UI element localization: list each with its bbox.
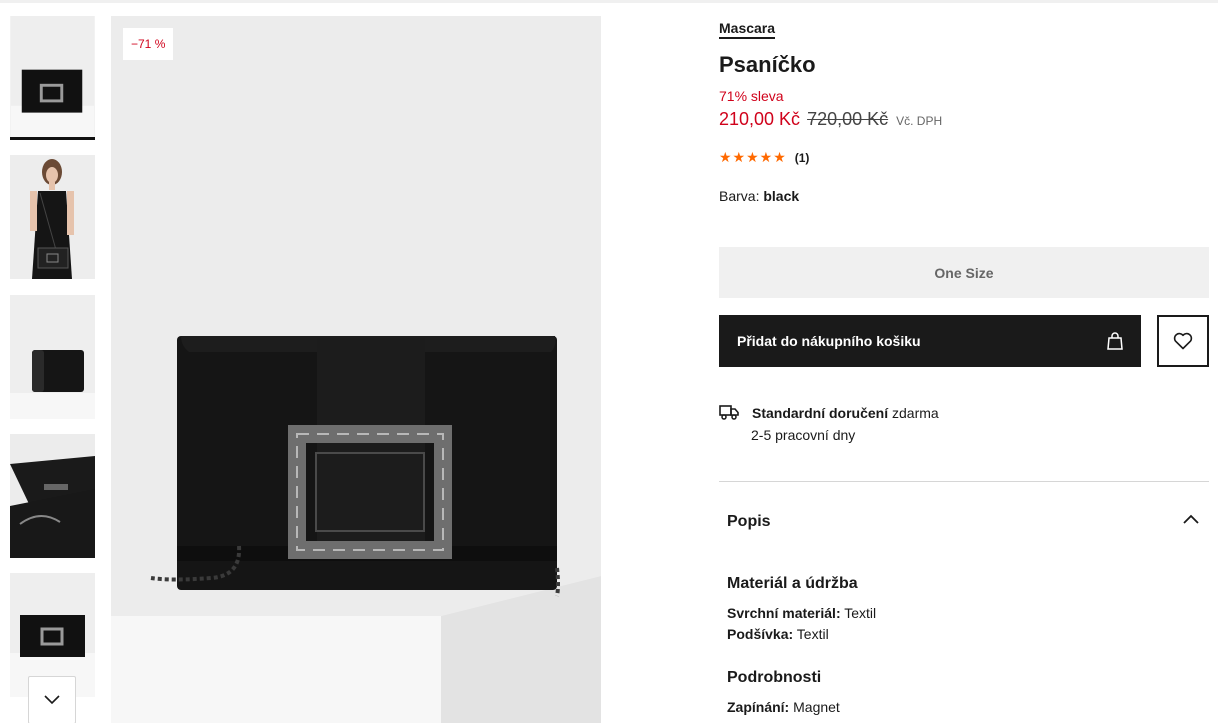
size-select[interactable]: One Size [719,247,1209,298]
add-to-cart-label: Přidat do nákupního košiku [737,333,921,349]
chevron-down-icon [44,695,60,705]
color-row: Barva: black [719,188,799,204]
delivery-title: Standardní doručení [752,405,889,421]
thumbnail-image [10,295,95,419]
attribute-label: Svrchní materiál: [727,605,841,621]
delivery-price: zdarma [892,405,939,421]
attribute-label: Zapínání: [727,699,790,715]
price-row: 210,00 Kč 720,00 Kč Vč. DPH [719,109,942,130]
chevron-up-icon [1183,514,1199,524]
thumbnails-scroll-down-button[interactable] [28,676,76,723]
truck-icon [719,405,739,420]
sale-label: 71% sleva [719,88,784,104]
color-value: black [763,188,800,204]
original-price: 720,00 Kč [807,109,889,129]
main-product-image[interactable]: −71 % [111,16,601,723]
description-accordion-toggle[interactable]: Popis [719,502,1209,542]
color-label: Barva: [719,188,760,204]
section-title-details: Podrobnosti [727,669,822,686]
add-to-cart-button[interactable]: Přidat do nákupního košiku [719,315,1141,367]
vat-note: Vč. DPH [896,114,943,128]
discount-badge: −71 % [123,28,174,60]
divider [719,481,1209,482]
rating-stars-icon: ★★★★★ [719,149,787,165]
description-heading: Popis [727,513,771,530]
attribute-label: Podšívka: [727,626,794,642]
wishlist-button[interactable] [1157,315,1209,367]
section-title-material: Materiál a údržba [727,575,858,592]
product-photo [111,16,601,723]
shopping-bag-icon [1107,332,1123,350]
heart-icon [1173,332,1193,350]
attribute-value: Magnet [793,699,840,715]
attribute-closure: Zapínání: Magnet [727,699,840,715]
product-title: Psaníčko [719,52,816,77]
rating-count: (1) [794,150,810,165]
brand-link[interactable]: Mascara [719,20,776,39]
thumbnail-image [11,16,94,137]
attribute-value: Textil [796,626,829,642]
thumbnail-model-wearing[interactable] [10,155,95,279]
thumbnail-bag-open-chain[interactable] [10,434,95,558]
current-price: 210,00 Kč [719,109,801,129]
thumbnail-image [10,155,95,279]
attribute-outer-material: Svrchní materiál: Textil [727,605,876,621]
attribute-lining: Podšívka: Textil [727,626,829,642]
thumbnail-gallery [10,16,95,723]
top-border [0,0,1218,3]
thumbnail-bag-front[interactable] [10,16,95,140]
delivery-title-row: Standardní doručení zdarma [752,405,939,421]
thumbnail-bag-side[interactable] [10,295,95,419]
attribute-value: Textil [844,605,877,621]
delivery-time: 2-5 pracovní dny [751,427,856,443]
size-value: One Size [934,264,994,281]
rating[interactable]: ★★★★★ (1) [719,149,809,166]
thumbnail-image [10,434,95,558]
